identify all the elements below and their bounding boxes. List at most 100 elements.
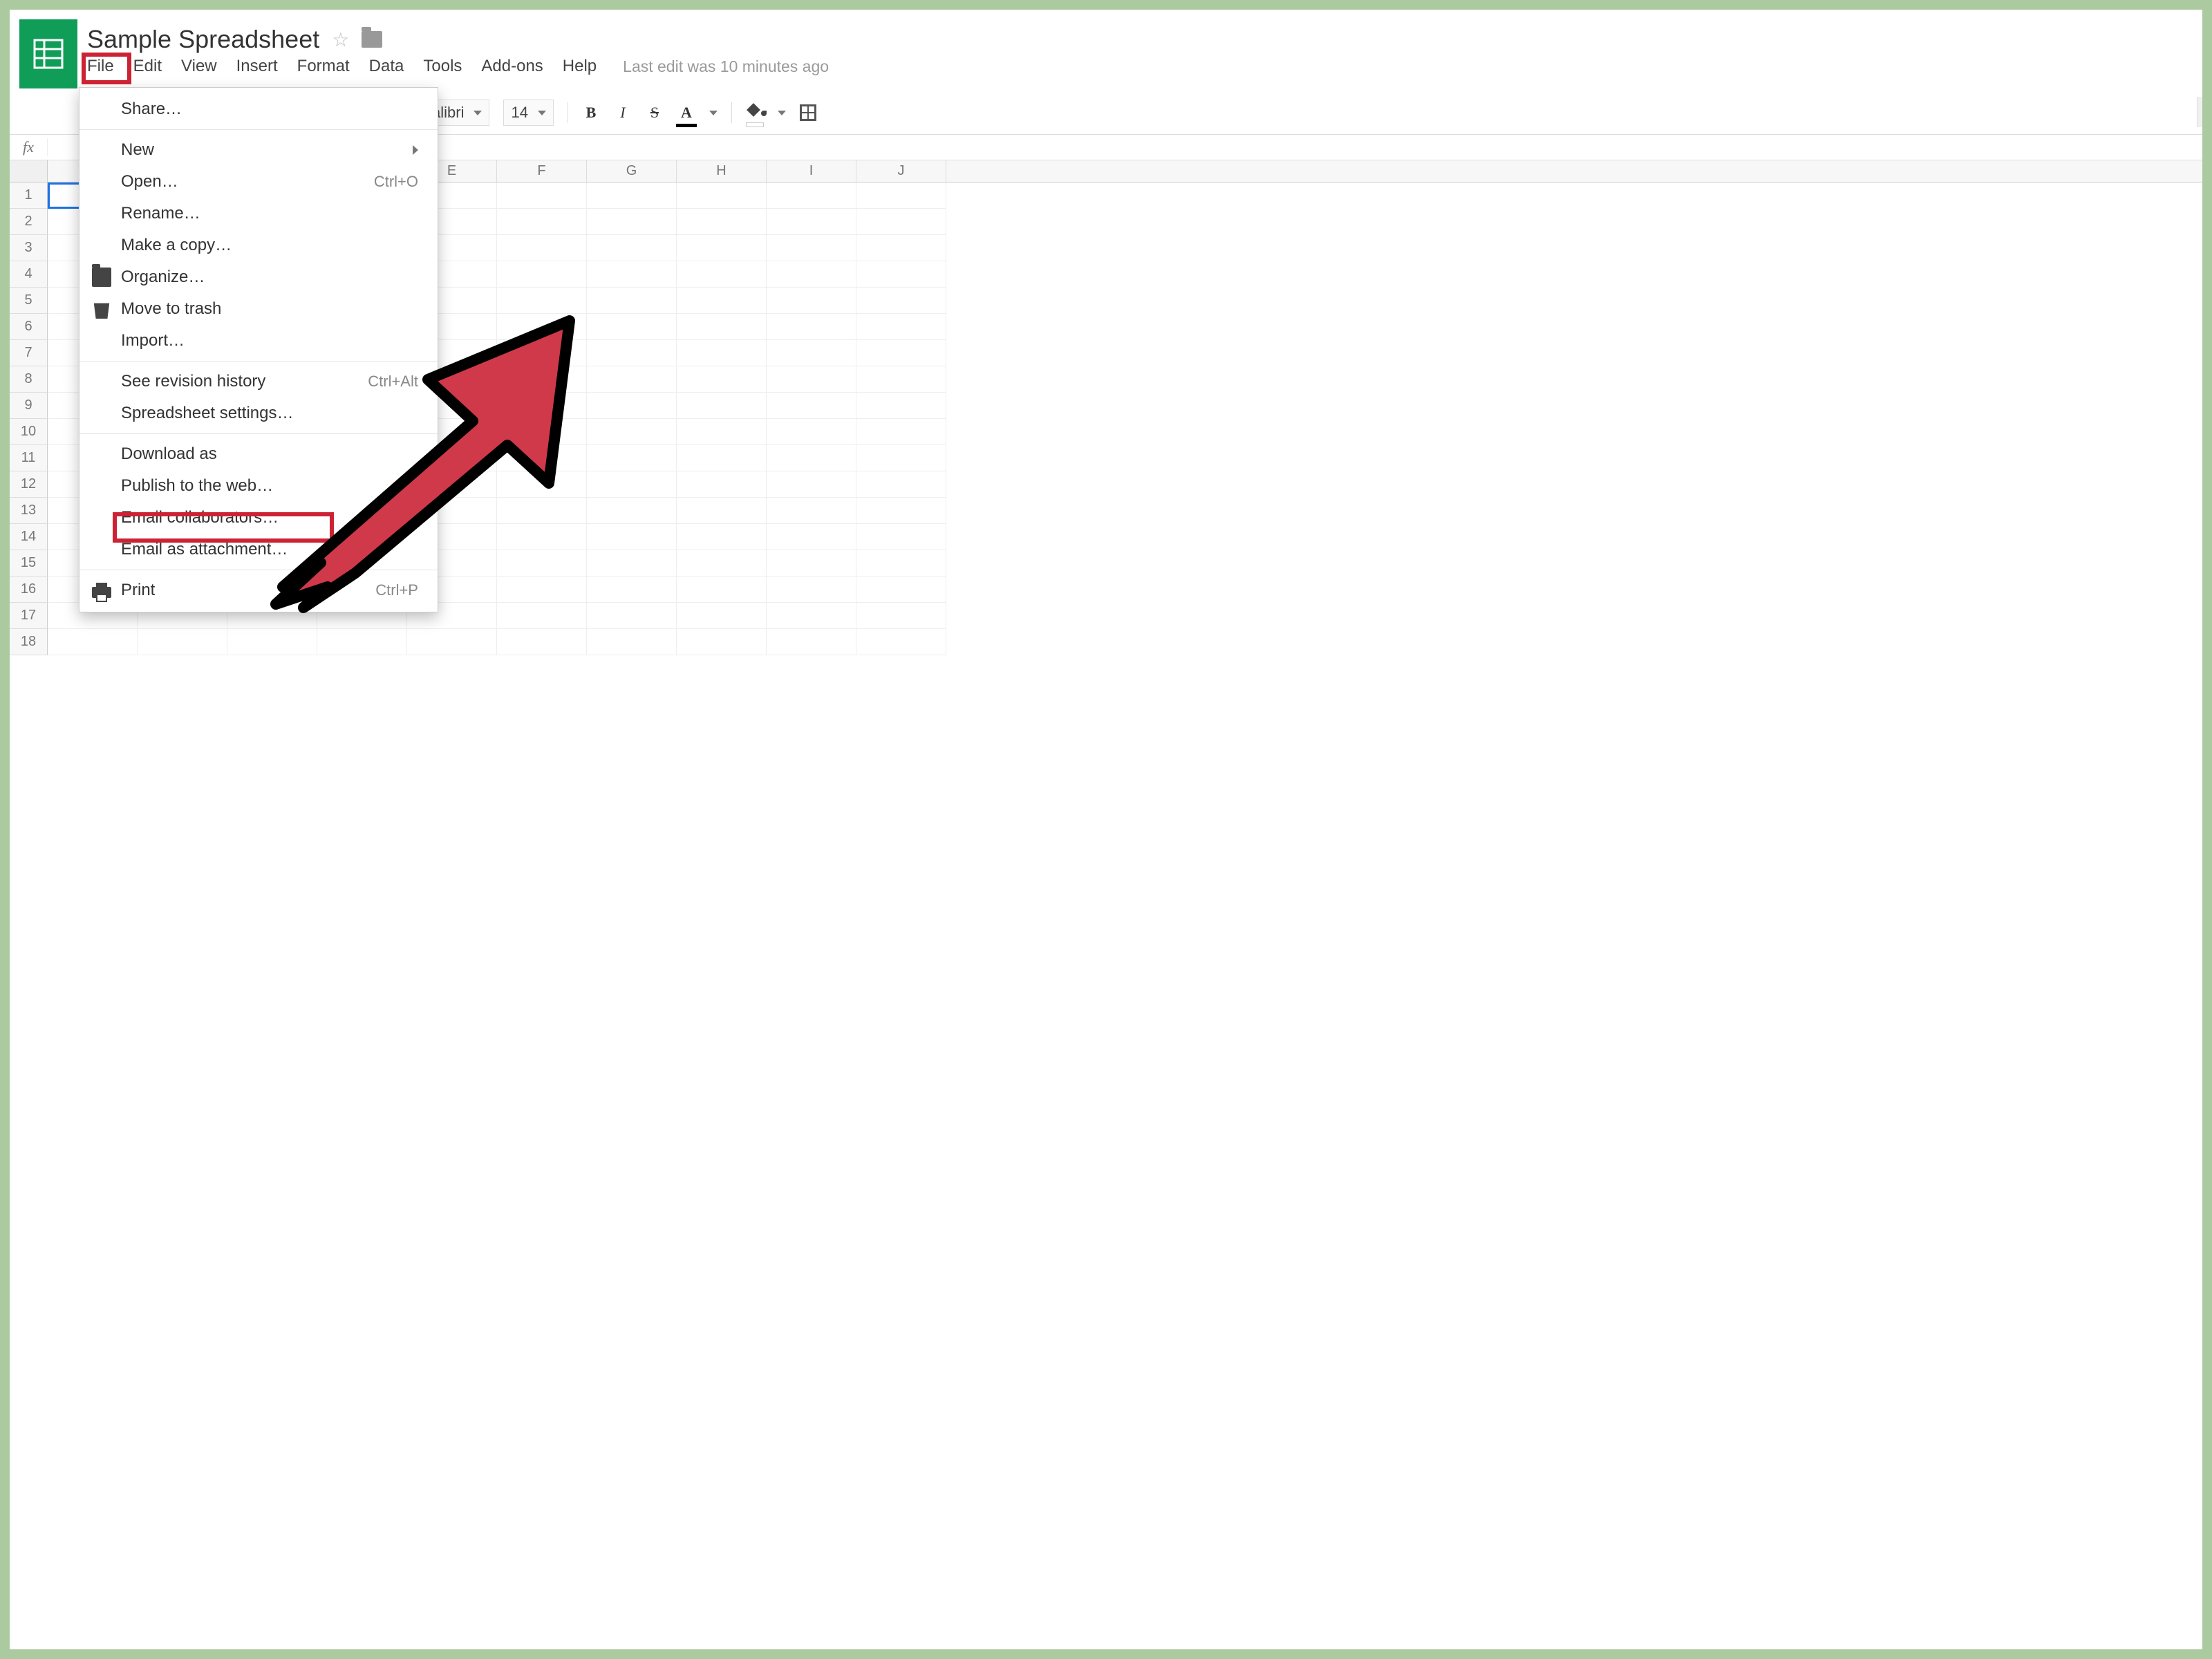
cell[interactable] (677, 314, 767, 340)
column-header[interactable]: J (856, 160, 946, 182)
column-header[interactable]: G (587, 160, 677, 182)
cell[interactable] (677, 340, 767, 366)
menu-addons[interactable]: Add-ons (481, 57, 543, 76)
cell[interactable] (497, 261, 587, 288)
cell[interactable] (587, 603, 677, 629)
cell[interactable] (497, 288, 587, 314)
cell[interactable] (677, 235, 767, 261)
cell[interactable] (227, 629, 317, 655)
cell[interactable] (677, 288, 767, 314)
column-header[interactable]: H (677, 160, 767, 182)
cell[interactable] (767, 182, 856, 209)
select-all-corner[interactable] (10, 160, 48, 182)
menu-data[interactable]: Data (369, 57, 404, 76)
row-header[interactable]: 8 (10, 366, 48, 393)
cell[interactable] (767, 419, 856, 445)
row-header[interactable]: 18 (10, 629, 48, 655)
row-header[interactable]: 7 (10, 340, 48, 366)
sheets-logo[interactable] (19, 19, 77, 88)
cell[interactable] (497, 603, 587, 629)
cell[interactable] (767, 235, 856, 261)
cell[interactable] (497, 577, 587, 603)
menu-item-print[interactable]: Print Ctrl+P (79, 574, 438, 606)
cell[interactable] (587, 261, 677, 288)
row-header[interactable]: 4 (10, 261, 48, 288)
cell[interactable] (587, 419, 677, 445)
cell[interactable] (767, 577, 856, 603)
cell[interactable] (856, 629, 946, 655)
star-icon[interactable]: ☆ (332, 28, 349, 51)
cell[interactable] (856, 209, 946, 235)
row-header[interactable]: 6 (10, 314, 48, 340)
cell[interactable] (587, 235, 677, 261)
cell[interactable] (677, 419, 767, 445)
cell[interactable] (856, 498, 946, 524)
row-header[interactable]: 10 (10, 419, 48, 445)
cell[interactable] (767, 340, 856, 366)
row-header[interactable]: 2 (10, 209, 48, 235)
folder-icon[interactable] (362, 31, 382, 48)
cell[interactable] (677, 524, 767, 550)
row-header[interactable]: 12 (10, 471, 48, 498)
cell[interactable] (767, 445, 856, 471)
menu-item-rename[interactable]: Rename… (79, 198, 438, 229)
cell[interactable] (497, 314, 587, 340)
cell[interactable] (767, 550, 856, 577)
cell[interactable] (317, 629, 407, 655)
cell[interactable] (856, 340, 946, 366)
text-color-button[interactable]: A (677, 104, 695, 122)
cell[interactable] (677, 498, 767, 524)
cell[interactable] (497, 182, 587, 209)
cell[interactable] (767, 471, 856, 498)
row-header[interactable]: 14 (10, 524, 48, 550)
chevron-down-icon[interactable] (709, 111, 718, 115)
cell[interactable] (856, 524, 946, 550)
menu-item-email-collaborators[interactable]: Email collaborators… (79, 502, 438, 534)
cell[interactable] (856, 235, 946, 261)
cell[interactable] (677, 577, 767, 603)
menu-tools[interactable]: Tools (423, 57, 462, 76)
cell[interactable] (587, 393, 677, 419)
cell[interactable] (767, 393, 856, 419)
cell[interactable] (856, 550, 946, 577)
cell[interactable] (587, 629, 677, 655)
cell[interactable] (767, 209, 856, 235)
menu-item-import[interactable]: Import… (79, 325, 438, 357)
cell[interactable] (587, 182, 677, 209)
menu-item-publish-to-web[interactable]: Publish to the web… (79, 470, 438, 502)
cell[interactable] (677, 471, 767, 498)
row-header[interactable]: 17 (10, 603, 48, 629)
cell[interactable] (587, 498, 677, 524)
cell[interactable] (587, 524, 677, 550)
menu-file[interactable]: File (87, 57, 114, 76)
row-header[interactable]: 3 (10, 235, 48, 261)
menu-item-move-to-trash[interactable]: Move to trash (79, 293, 438, 325)
cell[interactable] (677, 393, 767, 419)
cell[interactable] (587, 209, 677, 235)
menu-item-spreadsheet-settings[interactable]: Spreadsheet settings… (79, 397, 438, 429)
cell[interactable] (587, 471, 677, 498)
row-header[interactable]: 9 (10, 393, 48, 419)
menu-format[interactable]: Format (297, 57, 350, 76)
row-header[interactable]: 1 (10, 182, 48, 209)
cell[interactable] (497, 498, 587, 524)
bold-button[interactable]: B (582, 104, 600, 122)
cell[interactable] (856, 577, 946, 603)
italic-button[interactable]: I (614, 104, 632, 122)
menu-item-download-as[interactable]: Download as (79, 438, 438, 470)
row-header[interactable]: 5 (10, 288, 48, 314)
cell[interactable] (497, 393, 587, 419)
cell[interactable] (677, 603, 767, 629)
cell[interactable] (497, 340, 587, 366)
menu-item-organize[interactable]: Organize… (79, 261, 438, 293)
cell[interactable] (856, 419, 946, 445)
cell[interactable] (767, 288, 856, 314)
cell[interactable] (587, 577, 677, 603)
cell[interactable] (856, 603, 946, 629)
strikethrough-button[interactable]: S (646, 104, 664, 122)
cell[interactable] (856, 366, 946, 393)
menu-insert[interactable]: Insert (236, 57, 278, 76)
cell[interactable] (767, 498, 856, 524)
last-edit-status[interactable]: Last edit was 10 minutes ago (623, 57, 829, 76)
cell[interactable] (587, 550, 677, 577)
